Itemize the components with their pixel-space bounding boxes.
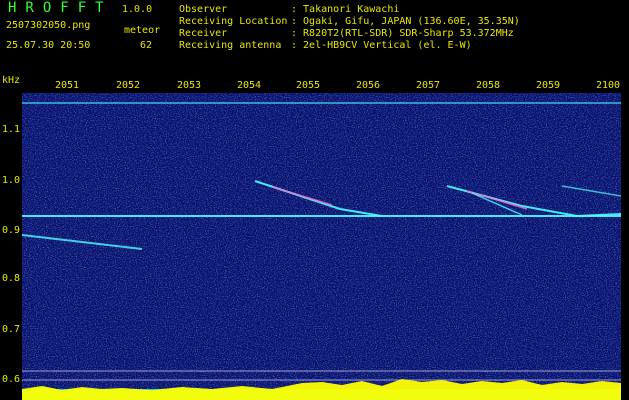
- freq-label-0.7: 0.7: [2, 324, 21, 335]
- receiver-label: Receiver: [179, 28, 228, 39]
- right-margin: [621, 93, 629, 400]
- freq-label-0.9: 0.9: [2, 225, 21, 236]
- time-label-2056: 2056: [356, 80, 381, 91]
- spectrogram-plot: [22, 93, 621, 400]
- antenna-label: Receiving antenna: [179, 40, 282, 51]
- time-label-2051: 2051: [55, 80, 80, 91]
- time-label-2057: 2057: [416, 80, 441, 91]
- detection-mode: meteor: [124, 25, 161, 36]
- noise-layer: [22, 93, 621, 400]
- spectrogram-window: HROFFT 1.0.0 2507302050.png meteor 25.07…: [0, 0, 629, 400]
- time-label-2058: 2058: [476, 80, 501, 91]
- location-value: : Ogaki, Gifu, JAPAN (136.60E, 35.35N): [291, 16, 520, 27]
- receiver-value: : R820T2(RTL-SDR) SDR-Sharp 53.372MHz: [291, 28, 514, 39]
- time-label-2055: 2055: [296, 80, 321, 91]
- observer-label: Observer: [179, 4, 228, 15]
- meteor-count: 62: [140, 40, 153, 51]
- location-label: Receiving Location: [179, 16, 288, 27]
- file-name: 2507302050.png: [6, 20, 91, 31]
- app-title: HROFFT: [8, 0, 113, 16]
- date-time: 25.07.30 20:50: [6, 40, 91, 51]
- freq-label-0.8: 0.8: [2, 273, 21, 284]
- freq-label-0.6: 0.6: [2, 374, 21, 385]
- time-label-2052: 2052: [116, 80, 141, 91]
- freq-label-1.1: 1.1: [2, 124, 21, 135]
- frequency-unit-label: kHz: [2, 75, 21, 86]
- time-label-2059: 2059: [536, 80, 561, 91]
- antenna-value: : 2el-HB9CV Vertical (el. E-W): [291, 40, 472, 51]
- observer-value: : Takanori Kawachi: [291, 4, 400, 15]
- spectrogram-svg: [22, 93, 621, 400]
- app-version: 1.0.0: [122, 4, 153, 15]
- time-label-2054: 2054: [237, 80, 262, 91]
- time-label-2100: 2100: [596, 80, 621, 91]
- time-label-2053: 2053: [177, 80, 202, 91]
- freq-label-1.0: 1.0: [2, 175, 21, 186]
